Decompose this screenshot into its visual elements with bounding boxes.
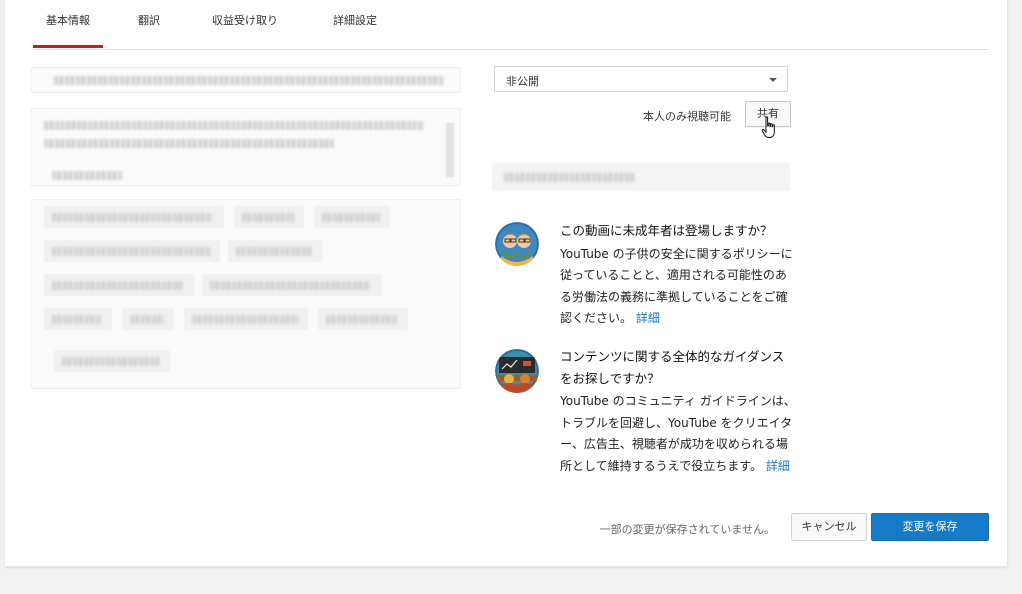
blurred-text	[54, 76, 444, 85]
guidance-question: コンテンツに関する全体的なガイダンスをお探しですか？	[560, 349, 785, 386]
privacy-select-value: 非公開	[506, 75, 539, 88]
blurred-text	[326, 315, 398, 324]
guidance-info-text: コンテンツに関する全体的なガイダンスをお探しですか？ YouTube のコミュニ…	[560, 346, 796, 477]
blurred-text	[52, 213, 212, 222]
video-edit-card: 基本情報 翻訳 収益受け取り 詳細設定 非公開 本人のみ視聴可能 共有 この動画…	[5, 0, 1008, 567]
blurred-text	[52, 247, 210, 256]
tab-basic-info[interactable]: 基本情報	[33, 0, 103, 48]
playlist-select-blurred[interactable]	[492, 163, 790, 191]
blurred-text	[130, 315, 164, 324]
privacy-select[interactable]: 非公開	[494, 66, 788, 92]
privacy-status-text: 本人のみ視聴可能	[643, 110, 731, 123]
tag-chip[interactable]	[228, 240, 322, 262]
tag-chip[interactable]	[44, 206, 224, 228]
guidance-learn-more-link[interactable]: 詳細	[766, 459, 790, 473]
minors-info-text: この動画に未成年者は登場しますか？ YouTube の子供の安全に関するポリシー…	[560, 220, 796, 330]
children-illustration-icon	[495, 222, 539, 266]
blurred-text	[322, 213, 380, 222]
blurred-text	[44, 121, 424, 130]
blurred-text	[210, 281, 370, 290]
tag-chip[interactable]	[314, 206, 390, 228]
blurred-text	[242, 213, 294, 222]
tab-advanced-settings[interactable]: 詳細設定	[295, 0, 415, 48]
tag-chip[interactable]	[318, 308, 408, 330]
unsaved-changes-text: 一部の変更が保存されていません。	[599, 523, 775, 536]
tag-chip[interactable]	[184, 308, 308, 330]
dropdown-arrow-icon	[769, 78, 777, 82]
blurred-text	[62, 357, 160, 366]
title-input-blurred[interactable]	[31, 67, 461, 93]
minors-question: この動画に未成年者は登場しますか？	[560, 223, 773, 238]
blurred-text	[44, 139, 334, 148]
blurred-text	[52, 171, 122, 180]
minors-info-block: この動画に未成年者は登場しますか？ YouTube の子供の安全に関するポリシー…	[495, 222, 795, 332]
blurred-text	[52, 315, 102, 324]
tab-bar: 基本情報 翻訳 収益受け取り 詳細設定	[33, 0, 415, 48]
tab-monetization[interactable]: 収益受け取り	[195, 0, 295, 48]
blurred-text	[52, 281, 184, 290]
description-input-blurred[interactable]	[31, 108, 461, 186]
tag-chip[interactable]	[234, 206, 304, 228]
tag-chip[interactable]	[44, 308, 112, 330]
tags-input-blurred[interactable]	[31, 199, 461, 389]
tab-divider	[33, 49, 989, 50]
blurred-text	[192, 315, 298, 324]
tag-chip[interactable]	[122, 308, 174, 330]
save-changes-button[interactable]: 変更を保存	[871, 513, 989, 541]
tag-chip[interactable]	[44, 274, 194, 296]
minors-learn-more-link[interactable]: 詳細	[636, 311, 660, 325]
blurred-text	[504, 173, 634, 182]
hand-pointer-cursor-icon	[761, 116, 775, 138]
tag-chip[interactable]	[54, 350, 170, 372]
guidance-info-block: コンテンツに関する全体的なガイダンスをお探しですか？ YouTube のコミュニ…	[495, 346, 796, 499]
scrollbar[interactable]	[446, 123, 454, 177]
minors-body: YouTube の子供の安全に関するポリシーに従っていることと、適用される可能性…	[560, 246, 793, 326]
tag-chip[interactable]	[44, 240, 220, 262]
cancel-button[interactable]: キャンセル	[791, 513, 867, 541]
blurred-text	[236, 247, 312, 256]
tab-translation[interactable]: 翻訳	[103, 0, 195, 48]
guidance-body: YouTube のコミュニティ ガイドラインは、トラブルを回避し、YouTube…	[560, 394, 796, 473]
community-guidelines-icon	[495, 349, 539, 393]
tag-chip[interactable]	[202, 274, 382, 296]
